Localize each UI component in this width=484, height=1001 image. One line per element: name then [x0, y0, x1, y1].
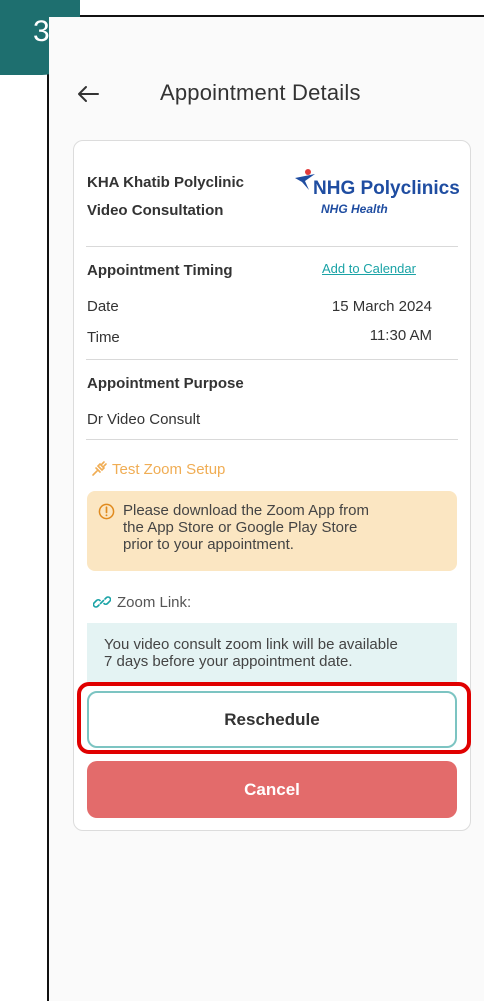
page-title: Appointment Details — [160, 80, 361, 105]
time-label: Time — [87, 329, 120, 346]
purpose-heading: Appointment Purpose — [87, 375, 244, 392]
nhg-polyclinics-logo: NHG Polyclinics — [313, 178, 460, 199]
back-arrow-icon[interactable] — [74, 80, 102, 108]
test-zoom-setup-link[interactable]: Test Zoom Setup — [90, 460, 225, 478]
nhg-health-logo-text: NHG Health — [321, 202, 388, 216]
reschedule-highlight-annotation — [77, 682, 471, 754]
info-text-line: You video consult zoom link will be avai… — [104, 636, 398, 653]
add-to-calendar-link[interactable]: Add to Calendar — [322, 261, 416, 276]
date-value: 15 March 2024 — [331, 298, 432, 315]
divider — [86, 439, 458, 440]
zoom-link-info: You video consult zoom link will be avai… — [87, 623, 457, 683]
time-value: 11:30 AM — [369, 327, 432, 344]
link-icon — [93, 596, 111, 608]
divider — [86, 359, 458, 360]
zoom-download-warning: Please download the Zoom App from the Ap… — [87, 491, 457, 571]
clinic-name: KHA Khatib Polyclinic — [87, 174, 244, 191]
zoom-link-label: Zoom Link: — [117, 593, 192, 611]
zoom-link-row: Zoom Link: — [93, 593, 191, 611]
purpose-value: Dr Video Consult — [87, 411, 201, 428]
warning-text-line: prior to your appointment. — [123, 536, 294, 553]
warning-text-line: the App Store or Google Play Store — [123, 519, 358, 536]
cancel-button[interactable]: Cancel — [87, 761, 457, 818]
info-text-line: 7 days before your appointment date. — [104, 653, 353, 670]
test-zoom-setup-label: Test Zoom Setup — [112, 460, 226, 478]
warning-text-line: Please download the Zoom App from — [123, 502, 369, 519]
timing-heading: Appointment Timing — [87, 262, 233, 279]
divider — [86, 246, 458, 247]
consultation-type: Video Consultation — [87, 202, 224, 219]
date-label: Date — [87, 298, 119, 315]
plug-icon — [92, 461, 107, 476]
warning-circle-icon — [98, 503, 115, 520]
